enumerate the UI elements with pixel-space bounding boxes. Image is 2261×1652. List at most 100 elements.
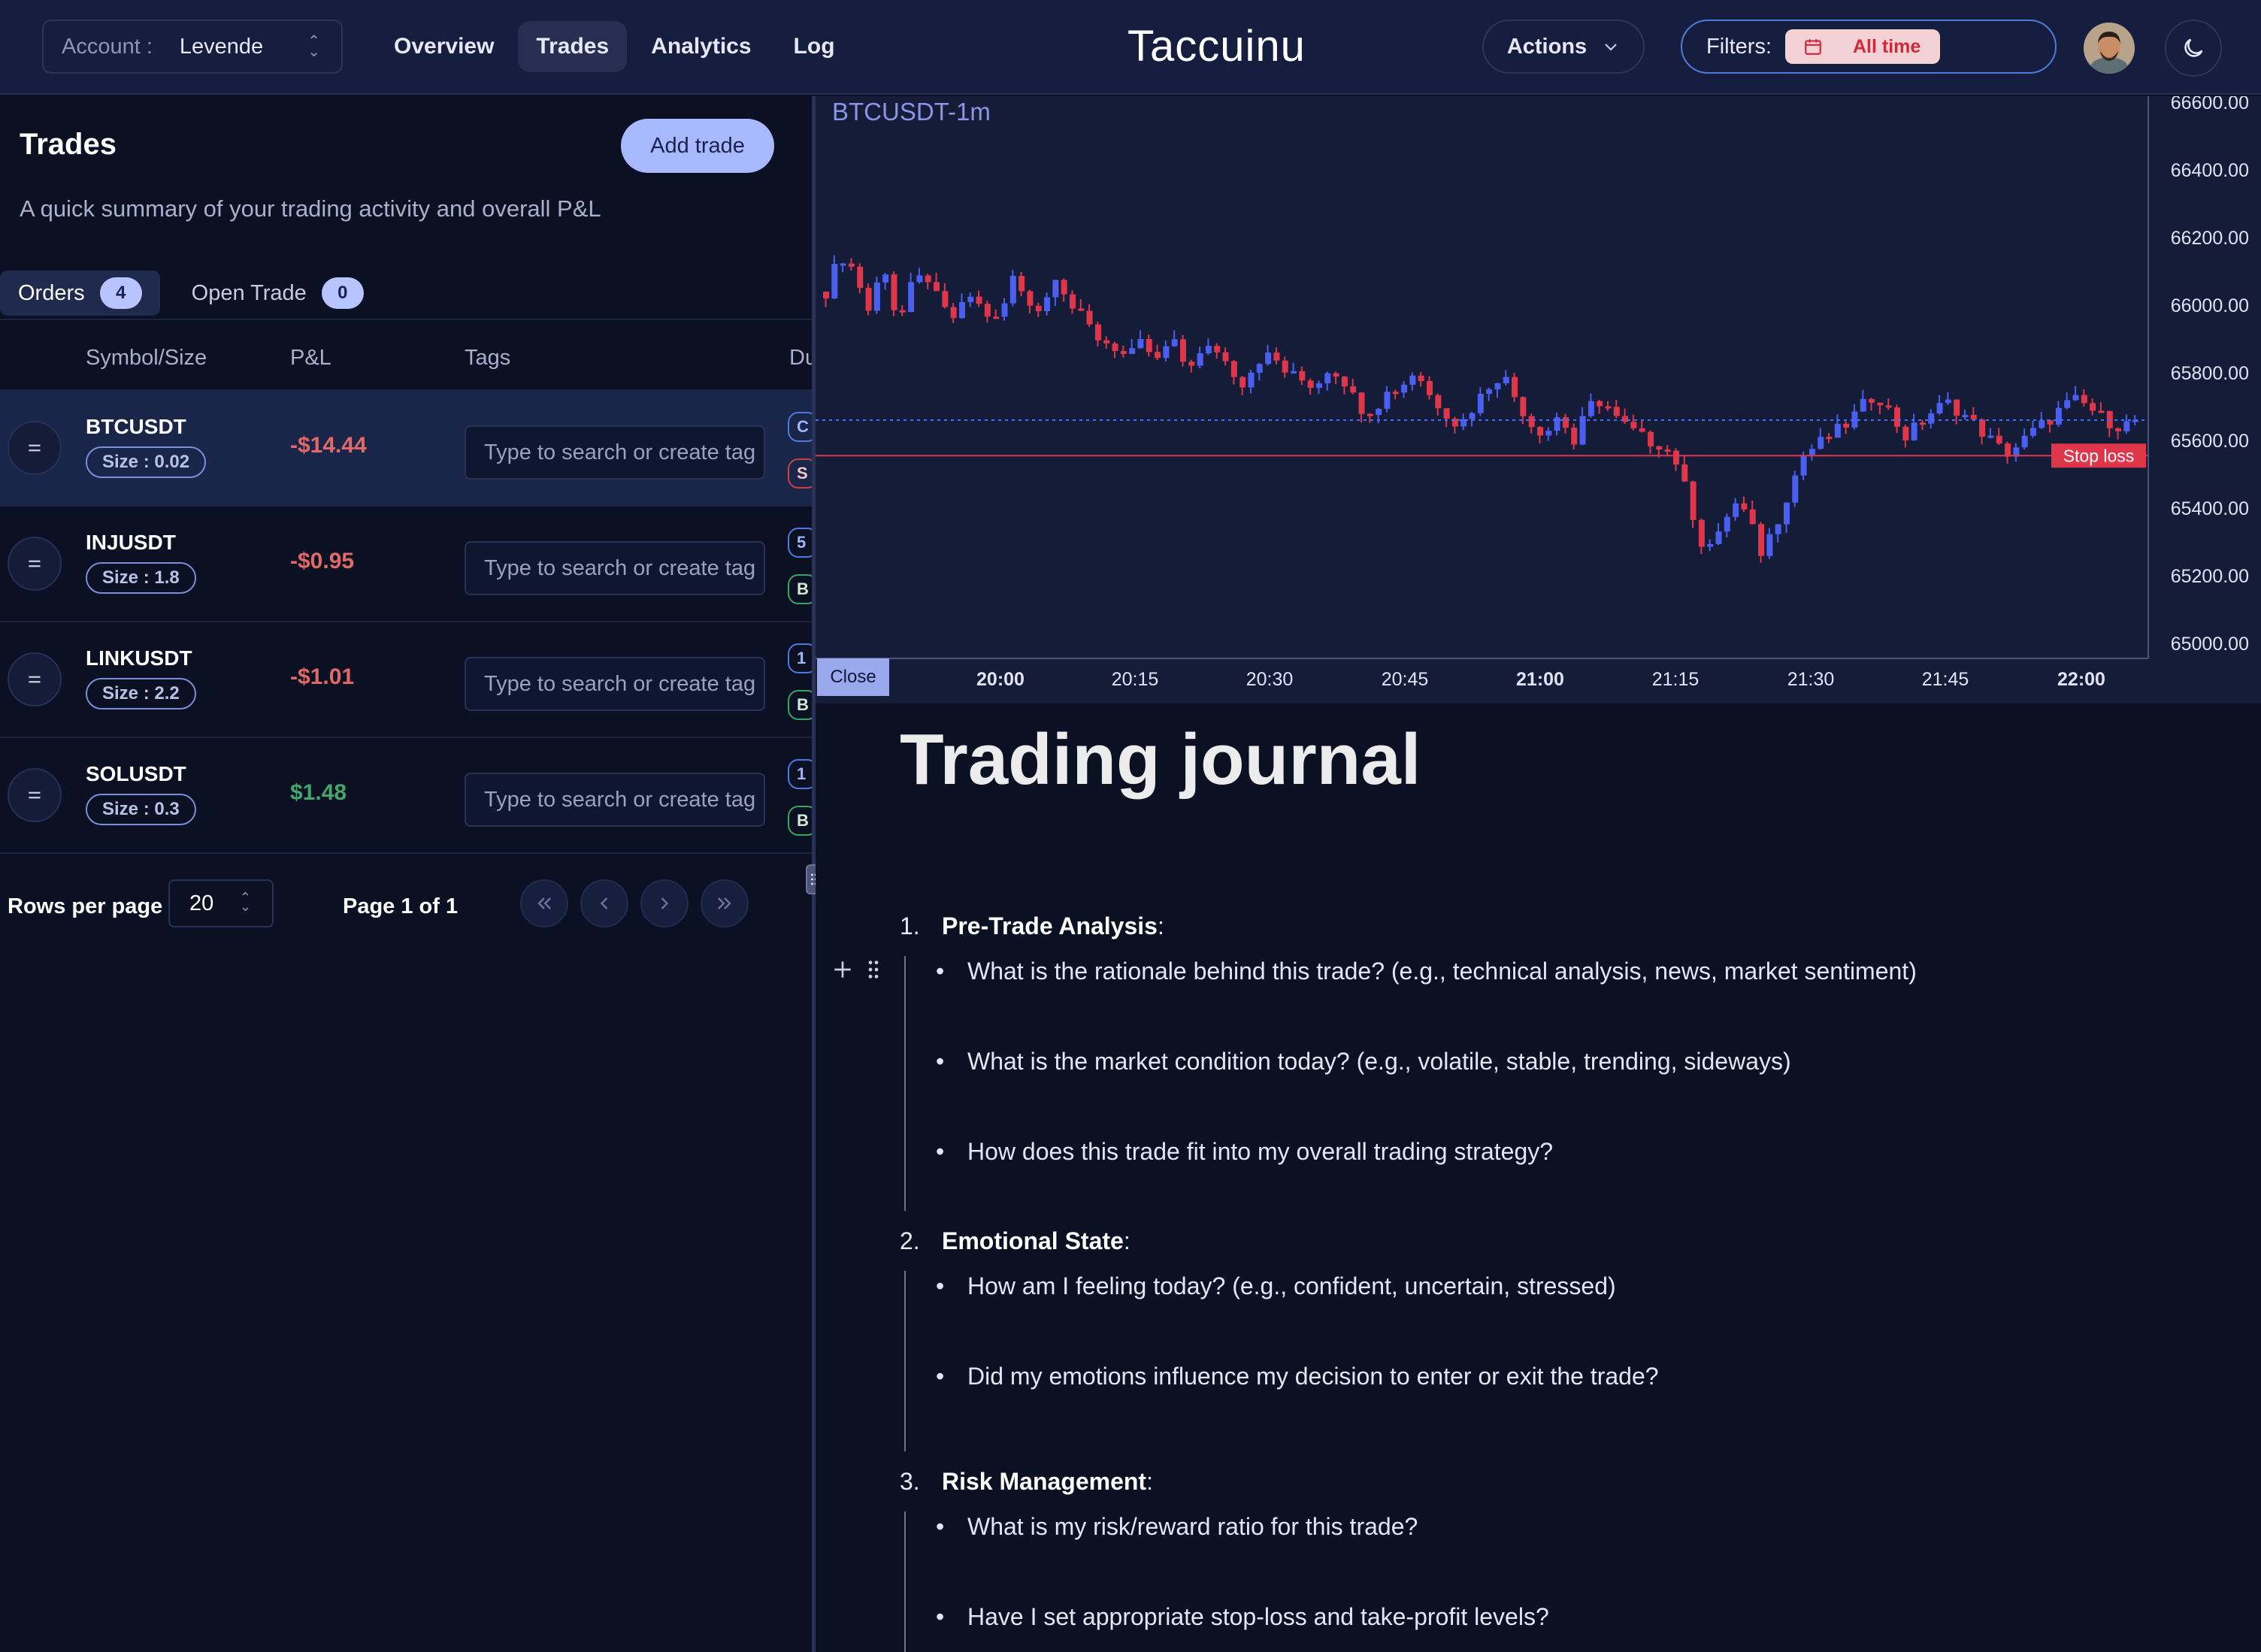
filters-label: Filters: [1706, 34, 1772, 59]
account-selector[interactable]: Account : Levende ⌃ ⌄ [42, 20, 343, 74]
tag-input[interactable] [465, 657, 765, 711]
candle [1733, 503, 1739, 517]
trade-symbol: INJUSDT [86, 531, 176, 554]
nav-overview[interactable]: Overview [376, 21, 512, 72]
avatar[interactable] [2084, 23, 2135, 74]
equals-icon [29, 560, 41, 567]
trading-journal[interactable]: Trading journal 1. Pre-Trade Analysis: • Wh… [816, 703, 2261, 1652]
nav-trades[interactable]: Trades [518, 21, 628, 72]
column-pnl[interactable]: P&L [290, 346, 331, 371]
journal-section[interactable]: 1. Pre-Trade Analysis: [900, 912, 1164, 940]
candle [1061, 280, 1067, 295]
journal-section[interactable]: 2. Emotional State: [900, 1227, 1130, 1255]
candle [1137, 338, 1144, 349]
trade-size-badge: Size : 0.3 [86, 794, 196, 825]
nav-analytics[interactable]: Analytics [633, 21, 769, 72]
drag-handle-icon[interactable] [865, 958, 882, 982]
actions-label: Actions [1506, 34, 1588, 59]
column-tags[interactable]: Tags [465, 346, 510, 371]
candle [1214, 346, 1221, 352]
rows-per-page-select[interactable]: 20 ⌃ ⌄ [168, 879, 274, 927]
tab-open-trade[interactable]: Open Trade 0 [174, 271, 382, 316]
trade-size-badge: Size : 0.02 [86, 446, 207, 478]
table-row[interactable]: SOLUSDTSize : 0.3$1.481B [0, 738, 818, 854]
journal-bullet[interactable]: • How does this trade fit into my overall… [936, 1138, 1553, 1166]
candle [865, 287, 872, 311]
candle [1094, 324, 1101, 340]
candle [848, 263, 855, 267]
candle [1435, 395, 1442, 409]
chevrons-right-icon [718, 897, 731, 909]
section-number: 2. [900, 1227, 920, 1254]
trade-size-badge: Size : 2.2 [86, 678, 196, 710]
candle [1001, 303, 1008, 317]
nav-log[interactable]: Log [776, 21, 853, 72]
theme-toggle-button[interactable] [2165, 20, 2222, 77]
plus-icon[interactable] [831, 958, 855, 982]
chevron-down-icon [1605, 44, 1617, 51]
expand-row-button[interactable] [8, 768, 62, 822]
expand-row-button[interactable] [8, 421, 62, 475]
candle [1035, 305, 1042, 311]
candle [1715, 531, 1722, 544]
expand-row-button[interactable] [8, 537, 62, 591]
candle [1945, 399, 1951, 404]
block-toolbar [831, 958, 882, 982]
table-row[interactable]: BTCUSDTSize : 0.02-$14.44CS [0, 391, 818, 507]
candle [2039, 420, 2045, 428]
candle [1818, 437, 1824, 449]
candle [1120, 351, 1127, 354]
candle [1086, 310, 1093, 325]
journal-bullet[interactable]: • What is my risk/reward ratio for this t… [936, 1513, 1418, 1541]
candle [2115, 428, 2122, 431]
candle [891, 274, 897, 310]
chevron-up-down-icon: ⌃ ⌄ [239, 890, 251, 914]
actions-button[interactable]: Actions [1482, 20, 1645, 74]
expand-row-button[interactable] [8, 652, 62, 706]
candle [1180, 339, 1187, 362]
next-page-button[interactable] [640, 879, 689, 927]
time-tick-label: 21:30 [1787, 669, 1835, 690]
journal-bullet[interactable]: • What is the rationale behind this trade… [936, 958, 1917, 985]
journal-section[interactable]: 3. Risk Management: [900, 1468, 1153, 1496]
date-filter-chip[interactable]: All time [1785, 29, 1940, 64]
candlestick-chart[interactable]: 65660.10Stop loss65555.00 66600.0066400.… [816, 96, 2261, 703]
candle [1418, 375, 1424, 381]
column-symbol-size[interactable]: Symbol/Size [86, 346, 207, 371]
section-number: 1. [900, 912, 920, 939]
first-page-button[interactable] [520, 879, 568, 927]
bullet-text: What is the market condition today? (e.g… [967, 1048, 1791, 1075]
table-row[interactable]: LINKUSDTSize : 2.2-$1.011B [0, 622, 818, 738]
journal-bullet[interactable]: • What is the market condition today? (e.… [936, 1048, 1791, 1076]
tag-input[interactable] [465, 773, 765, 827]
journal-bullet[interactable]: • Have I set appropriate stop-loss and ta… [936, 1603, 1549, 1631]
journal-bullet[interactable]: • Did my emotions influence my decision t… [936, 1363, 1659, 1390]
tag-input[interactable] [465, 425, 765, 480]
candle [1426, 380, 1433, 395]
tag-input[interactable] [465, 541, 765, 595]
table-row[interactable]: INJUSDTSize : 1.8-$0.955B [0, 507, 818, 622]
bullet-marker: • [936, 1603, 945, 1630]
journal-bullet[interactable]: • How am I feeling today? (e.g., confiden… [936, 1272, 1616, 1300]
candle [1605, 406, 1612, 409]
bullet-text: Have I set appropriate stop-loss and tak… [967, 1603, 1549, 1630]
filters-control[interactable]: Filters: All time [1681, 20, 2057, 74]
close-position-button[interactable]: Close [817, 658, 889, 696]
candle [908, 282, 915, 313]
add-trade-button[interactable]: Add trade [621, 119, 774, 173]
candle [1792, 475, 1799, 503]
price-chart[interactable]: 65660.10Stop loss65555.00 66600.0066400.… [816, 96, 2261, 703]
candle [2072, 395, 2079, 401]
bullet-text: What is the rationale behind this trade?… [967, 958, 1917, 985]
trades-title: Trades [20, 128, 117, 161]
tab-orders[interactable]: Orders 4 [0, 271, 160, 316]
candle [1230, 361, 1237, 377]
candle [1672, 450, 1679, 465]
candle [1282, 360, 1288, 373]
candle [2055, 407, 2062, 425]
last-page-button[interactable] [701, 879, 749, 927]
candle [1291, 371, 1297, 374]
candle [1205, 346, 1212, 353]
previous-page-button[interactable] [580, 879, 628, 927]
candle [984, 304, 991, 317]
